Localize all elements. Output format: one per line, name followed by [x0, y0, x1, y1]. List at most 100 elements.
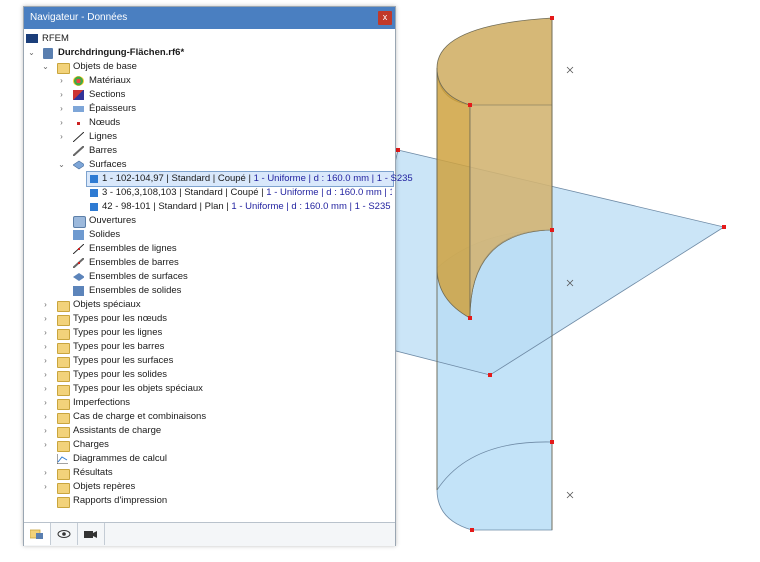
line-sets-label: Ensembles de lignes — [89, 243, 177, 254]
basic-objects-label: Objets de base — [73, 61, 137, 72]
line-types-label: Types pour les lignes — [73, 327, 163, 338]
folder-icon — [57, 441, 70, 452]
chevron-down-icon[interactable]: ⌄ — [57, 158, 66, 172]
sections-label: Sections — [89, 89, 126, 100]
folder-icon — [57, 483, 70, 494]
chevron-right-icon[interactable]: › — [41, 424, 50, 438]
opening-icon — [73, 216, 86, 228]
solid-icon — [73, 230, 84, 240]
folder-icon — [57, 357, 70, 368]
solids-label: Solides — [89, 229, 121, 240]
model-label: Durchdringung-Flächen.rf6* — [58, 47, 185, 58]
navigator-tabbar — [24, 522, 395, 546]
chevron-right-icon[interactable]: › — [41, 466, 50, 480]
member-types-label: Types pour les barres — [73, 341, 165, 352]
chevron-right-icon[interactable]: › — [41, 340, 50, 354]
surface-item-props: 1 - Uniforme | d : 160.0 mm | 1 - S235 — [253, 173, 413, 184]
chevron-down-icon[interactable]: ⌄ — [41, 60, 50, 74]
chevron-right-icon[interactable]: › — [41, 410, 50, 424]
folder-icon — [57, 63, 70, 74]
member-icon — [73, 146, 84, 156]
solid-set-icon — [73, 286, 84, 296]
nodes-label: Nœuds — [89, 117, 121, 128]
solid-types-label: Types pour les solides — [73, 369, 167, 380]
surface-item-icon — [90, 203, 98, 211]
folder-icon — [57, 427, 70, 438]
surface-item-props: 1 - Uniforme | d : 160.0 mm | 1 - S235 — [266, 187, 392, 198]
chevron-right-icon[interactable]: › — [41, 368, 50, 382]
tab-view[interactable] — [51, 523, 78, 545]
folder-icon — [57, 315, 70, 326]
sections-icon — [73, 90, 84, 100]
surface-item-2[interactable]: 3 - 106,3,108,103 | Standard | Coupé | 1… — [87, 186, 392, 200]
chevron-right-icon[interactable]: › — [41, 312, 50, 326]
folder-icon — [57, 329, 70, 340]
tab-views[interactable] — [78, 523, 105, 545]
surface-item-icon — [90, 189, 98, 197]
member-set-icon — [73, 258, 84, 268]
member-sets-label: Ensembles de barres — [89, 257, 179, 268]
special-objects-label: Objets spéciaux — [73, 299, 141, 310]
cylinder-upper-side[interactable] — [436, 67, 471, 319]
guide-objects-label: Objets repères — [73, 481, 136, 492]
window-title: Navigateur - Données — [30, 12, 128, 23]
surface-set-icon — [73, 273, 84, 281]
chevron-right-icon[interactable]: › — [57, 130, 66, 144]
surface-types-label: Types pour les surfaces — [73, 355, 174, 366]
folder-icon — [57, 399, 70, 410]
thickness-icon — [73, 106, 84, 112]
navigator-tree: RFEM ⌄ Durchdringung-Flächen.rf6* ⌄ Obje… — [24, 30, 413, 520]
surface-item-1[interactable]: 1 - 102-104,97 | Standard | Coupé | 1 - … — [86, 171, 413, 187]
chevron-right-icon[interactable]: › — [41, 480, 50, 494]
surface-item-icon — [90, 175, 98, 183]
rfem-logo-icon — [26, 34, 38, 43]
chevron-right-icon[interactable]: › — [41, 298, 50, 312]
data-icon — [30, 529, 43, 539]
results-label: Résultats — [73, 467, 113, 478]
surface-item-prefix: 3 - 106,3,108,103 | Standard | Coupé | — [102, 187, 267, 198]
materials-icon — [73, 76, 84, 86]
chevron-right-icon[interactable]: › — [41, 396, 50, 410]
loads-label: Charges — [73, 439, 109, 450]
navigator-titlebar[interactable]: Navigateur - Données x — [24, 7, 395, 29]
line-set-icon — [73, 244, 84, 254]
tab-data[interactable] — [24, 523, 51, 545]
imperfections-label: Imperfections — [73, 397, 131, 408]
folder-icon — [57, 371, 70, 382]
chevron-right-icon[interactable]: › — [57, 116, 66, 130]
surface-item-prefix: 1 - 102-104,97 | Standard | Coupé | — [102, 173, 254, 184]
surface-item-props: 1 - Uniforme | d : 160.0 mm | 1 - S235 — [231, 201, 391, 212]
chevron-right-icon[interactable]: › — [41, 382, 50, 396]
chevron-right-icon[interactable]: › — [57, 102, 66, 116]
surfaces-label: Surfaces — [89, 159, 127, 170]
calc-diagrams-label: Diagrammes de calcul — [73, 453, 167, 464]
load-cases-label: Cas de charge et combinaisons — [73, 411, 207, 422]
surface-item-prefix: 42 - 98-101 | Standard | Plan | — [102, 201, 232, 212]
close-button[interactable]: x — [378, 11, 392, 25]
lines-label: Lignes — [89, 131, 117, 142]
folder-icon — [57, 413, 70, 424]
materials-label: Matériaux — [89, 75, 131, 86]
special-types-label: Types pour les objets spéciaux — [73, 383, 203, 394]
node-icon — [77, 122, 80, 125]
members-label: Barres — [89, 145, 117, 156]
camera-icon — [84, 531, 97, 538]
surface-sets-label: Ensembles de surfaces — [89, 271, 188, 282]
chevron-right-icon[interactable]: › — [57, 74, 66, 88]
surface-icon — [73, 160, 84, 170]
model-icon — [43, 48, 53, 59]
folder-icon — [57, 469, 70, 480]
chevron-right-icon[interactable]: › — [41, 438, 50, 452]
tree-root-label: RFEM — [42, 33, 69, 44]
diagram-icon — [57, 454, 68, 464]
node-types-label: Types pour les nœuds — [73, 313, 167, 324]
folder-icon — [57, 343, 70, 354]
eye-icon — [57, 530, 71, 538]
chevron-right-icon[interactable]: › — [57, 88, 66, 102]
chevron-right-icon[interactable]: › — [41, 354, 50, 368]
chevron-down-icon[interactable]: ⌄ — [27, 46, 36, 60]
folder-icon — [57, 497, 70, 508]
folder-icon — [57, 301, 70, 312]
chevron-right-icon[interactable]: › — [41, 326, 50, 340]
line-icon — [73, 132, 84, 142]
